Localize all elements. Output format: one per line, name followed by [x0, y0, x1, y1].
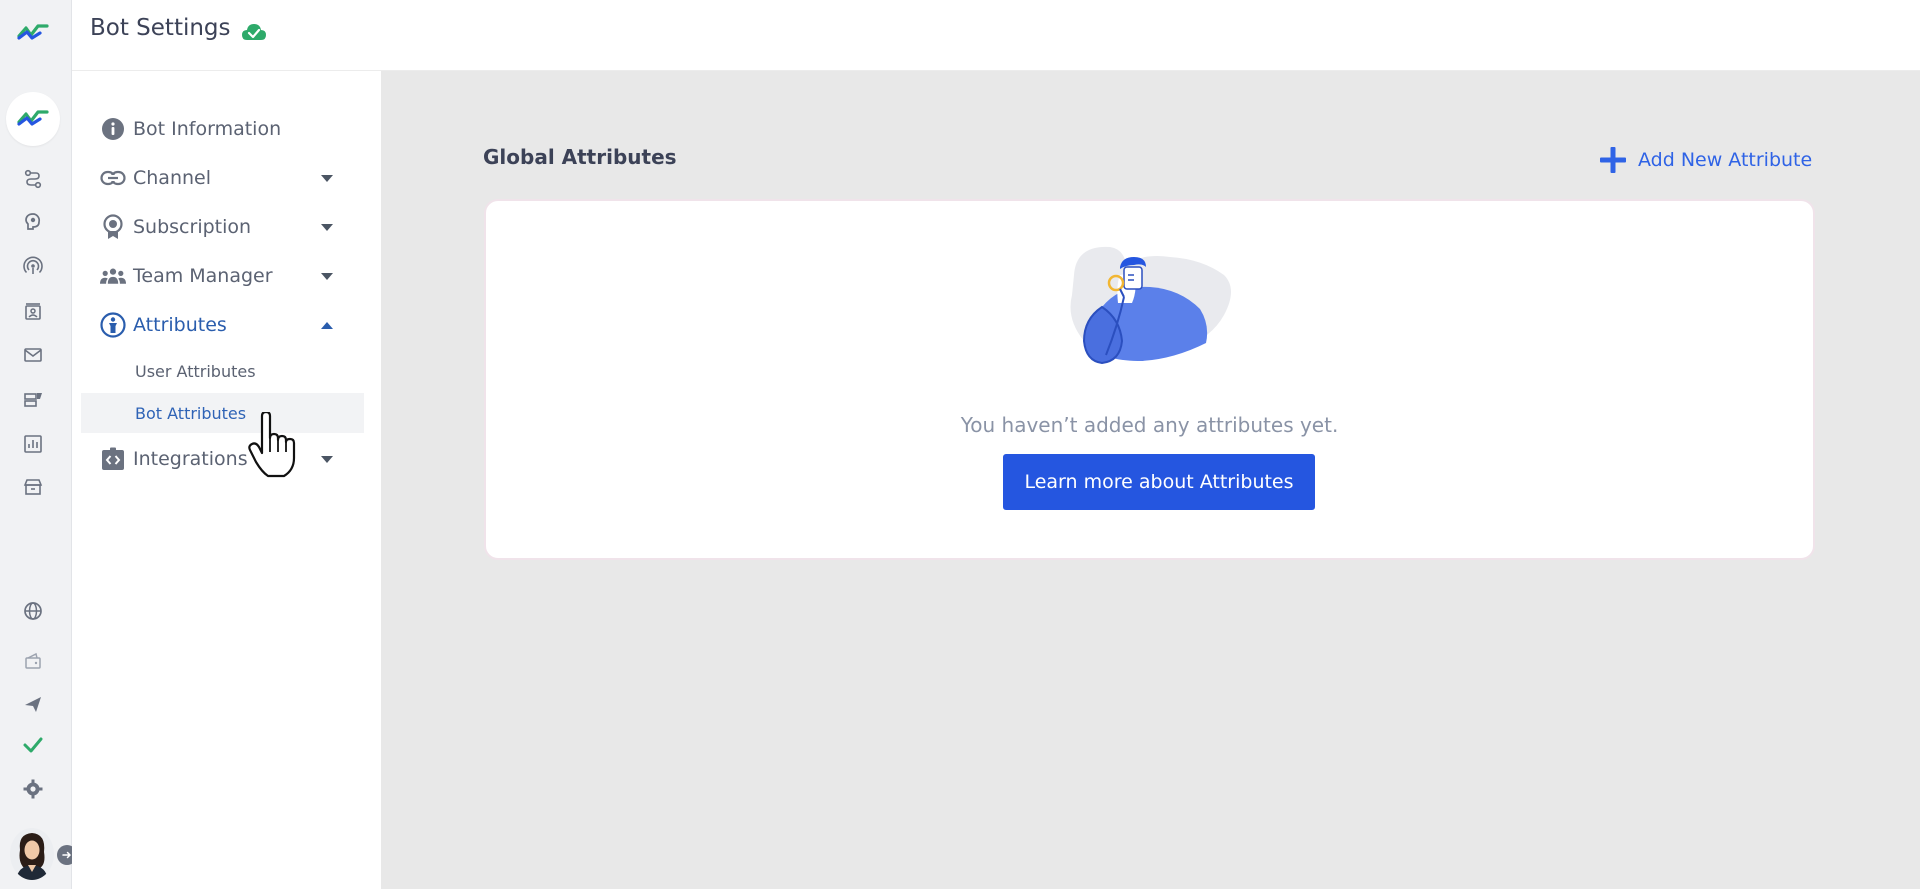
sidebar-item-bot-information[interactable]: Bot Information — [72, 109, 363, 149]
section-title: Global Attributes — [483, 145, 677, 169]
add-new-attribute-label: Add New Attribute — [1638, 149, 1813, 171]
info-icon — [100, 116, 126, 142]
integrations-icon — [100, 446, 126, 472]
add-new-attribute-button[interactable]: Add New Attribute — [1598, 145, 1812, 175]
chevron-down-icon — [321, 455, 333, 463]
mail-icon[interactable] — [22, 344, 44, 366]
brain-icon[interactable] — [22, 211, 44, 233]
sidebar-item-label: Team Manager — [133, 265, 273, 287]
cloud-check-icon — [240, 20, 268, 44]
sidebar-item-label: Integrations — [133, 448, 248, 470]
store-icon[interactable] — [22, 476, 44, 498]
badge-icon — [100, 214, 126, 240]
check-icon[interactable] — [22, 734, 44, 756]
learn-more-button[interactable]: Learn more about Attributes — [1003, 454, 1315, 510]
main-content: Global Attributes Add New Attribute You … — [381, 71, 1920, 889]
sidebar-item-subscription[interactable]: Subscription — [72, 207, 363, 247]
chevron-up-icon — [321, 321, 333, 329]
plus-icon — [1600, 147, 1626, 173]
chevron-down-icon — [321, 174, 333, 182]
send-icon[interactable] — [22, 693, 44, 715]
empty-state-message: You haven’t added any attributes yet. — [960, 413, 1339, 437]
sidebar-item-attributes[interactable]: Attributes — [72, 305, 363, 345]
page-title: Bot Settings — [90, 15, 231, 41]
sidebar-item-channel[interactable]: Channel — [72, 158, 363, 198]
broadcast-icon[interactable] — [22, 255, 44, 277]
logo-icon[interactable] — [16, 20, 50, 46]
sidebar-item-integrations[interactable]: Integrations — [72, 439, 363, 479]
bot-avatar-icon[interactable] — [6, 92, 60, 146]
sidebar-item-team-manager[interactable]: Team Manager — [72, 256, 363, 296]
globe-icon[interactable] — [22, 600, 44, 622]
gear-icon[interactable] — [22, 778, 44, 800]
link-icon — [100, 165, 126, 191]
sidebar-item-label: Bot Information — [133, 118, 282, 140]
left-rail — [0, 0, 77, 889]
analytics-icon[interactable] — [22, 433, 44, 455]
settings-sidebar: Bot Information Channel Subscription Tea… — [72, 71, 381, 889]
sidebar-item-label: Subscription — [133, 216, 252, 238]
sidebar-subitem-user-attributes[interactable]: User Attributes — [81, 351, 364, 391]
sidebar-subitem-label: User Attributes — [135, 361, 256, 381]
sidebar-subitem-label: Bot Attributes — [135, 403, 247, 423]
top-header: Bot Settings — [72, 0, 1920, 71]
flow-icon[interactable] — [22, 168, 44, 190]
team-icon — [100, 263, 126, 289]
empty-state-illustration — [1062, 245, 1238, 375]
chevron-down-icon — [321, 223, 333, 231]
user-avatar[interactable] — [10, 828, 54, 880]
attributes-icon — [100, 312, 126, 338]
empty-state-card: You haven’t added any attributes yet. Le… — [484, 199, 1815, 560]
templates-icon[interactable] — [22, 389, 44, 411]
wallet-icon[interactable] — [22, 650, 44, 672]
contacts-icon[interactable] — [22, 301, 44, 323]
sidebar-item-label: Channel — [133, 167, 212, 189]
sidebar-item-label: Attributes — [133, 314, 227, 336]
sidebar-subitem-bot-attributes[interactable]: Bot Attributes — [81, 393, 364, 433]
chevron-down-icon — [321, 272, 333, 280]
